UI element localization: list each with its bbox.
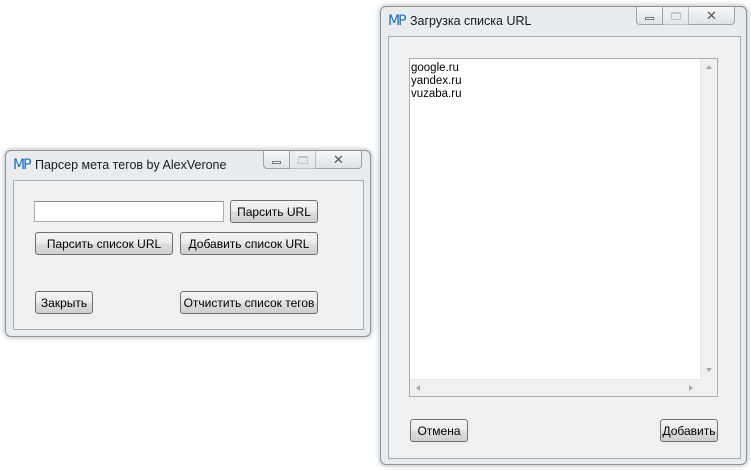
minimize-button[interactable] xyxy=(263,151,290,169)
parser-window: MP Парсер мета тегов by AlexVerone ✕ Пар… xyxy=(5,150,371,337)
clear-tags-button[interactable]: Отчистить список тегов xyxy=(180,291,318,314)
maximize-button xyxy=(290,151,316,169)
list-item: google.ru xyxy=(411,62,459,74)
list-item: vuzaba.ru xyxy=(411,88,462,100)
add-button[interactable]: Добавить xyxy=(660,419,718,442)
minimize-button[interactable] xyxy=(636,7,663,25)
horizontal-scrollbar[interactable] xyxy=(410,379,700,396)
scroll-up-arrow-icon[interactable] xyxy=(706,65,712,69)
parser-titlebar[interactable]: MP Парсер мета тегов by AlexVerone ✕ xyxy=(6,151,370,179)
url-list-textarea[interactable]: google.ru yandex.ru vuzaba.ru xyxy=(409,58,718,397)
scrollbar-corner xyxy=(700,379,717,396)
close-icon: ✕ xyxy=(706,7,717,23)
parser-window-controls: ✕ xyxy=(263,151,362,169)
mp-logo-icon: MP xyxy=(13,157,32,173)
cancel-button[interactable]: Отмена xyxy=(410,419,468,442)
close-window-button[interactable]: ✕ xyxy=(689,7,735,25)
url-loader-window-title: Загрузка списка URL xyxy=(410,14,532,28)
add-url-list-button[interactable]: Добавить список URL xyxy=(180,232,318,255)
parser-window-title: Парсер мета тегов by AlexVerone xyxy=(35,158,227,172)
mp-logo-icon: MP xyxy=(388,13,407,29)
parse-url-button[interactable]: Парсить URL xyxy=(230,200,318,223)
maximize-button xyxy=(663,7,689,25)
maximize-icon xyxy=(670,11,681,20)
url-list-content[interactable]: google.ru yandex.ru vuzaba.ru xyxy=(411,62,462,101)
scroll-down-arrow-icon[interactable] xyxy=(706,368,712,372)
url-input[interactable] xyxy=(34,201,224,222)
url-loader-window-controls: ✕ xyxy=(636,7,735,25)
parser-client-area: Парсить URL Парсить список URL Добавить … xyxy=(13,180,364,330)
scroll-right-arrow-icon[interactable] xyxy=(689,385,693,391)
close-icon: ✕ xyxy=(333,151,344,167)
scroll-left-arrow-icon[interactable] xyxy=(416,385,420,391)
vertical-scrollbar[interactable] xyxy=(700,59,717,379)
close-window-button[interactable]: ✕ xyxy=(316,151,362,169)
maximize-icon xyxy=(297,155,308,164)
minimize-icon xyxy=(645,16,654,20)
minimize-icon xyxy=(272,160,281,164)
list-item: yandex.ru xyxy=(411,75,462,87)
url-loader-titlebar[interactable]: MP Загрузка списка URL ✕ xyxy=(381,7,746,35)
url-loader-window: MP Загрузка списка URL ✕ google.ru yande… xyxy=(380,6,747,465)
close-button[interactable]: Закрыть xyxy=(35,291,93,314)
url-loader-client-area: google.ru yandex.ru vuzaba.ru Отмена Доб… xyxy=(388,36,741,459)
parse-url-list-button[interactable]: Парсить список URL xyxy=(35,232,173,255)
